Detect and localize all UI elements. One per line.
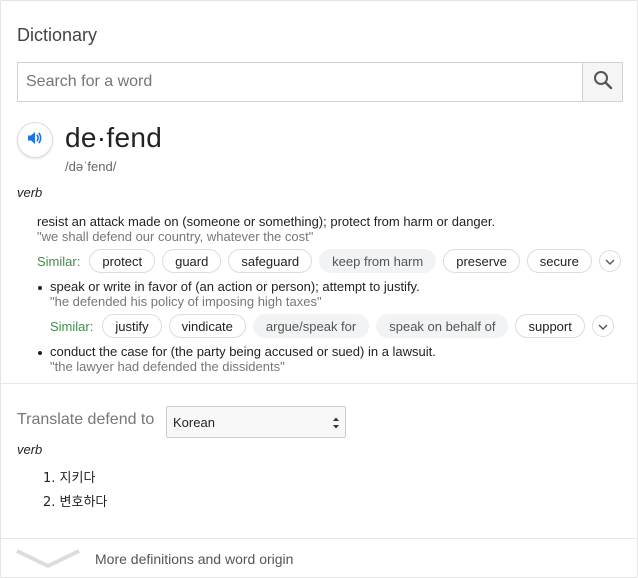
translate-label: Translate defend to [17,411,155,428]
similar-chip[interactable]: protect [89,249,156,273]
similar-row-1: Similar: protect guard safeguard keep fr… [37,248,621,274]
similar-label: Similar: [50,318,94,334]
bullet [38,351,42,355]
search-icon [593,70,613,95]
search-bar [17,62,623,102]
dictionary-card: Dictionary de·fend /dəˈfend/ verb resist… [0,0,638,578]
card-title: Dictionary [17,25,98,45]
similar-chip[interactable]: preserve [443,249,520,273]
similar-chip[interactable]: argue/speak for [252,314,370,338]
chevron-down-icon[interactable] [15,547,81,574]
select-arrows-icon [332,416,340,433]
pronunciation-button[interactable] [17,122,53,158]
search-input[interactable] [18,63,583,101]
expand-similar-button[interactable] [598,250,621,272]
definition-1: resist an attack made on (someone or som… [37,214,496,229]
footer-divider [1,538,638,539]
similar-chip[interactable]: support [515,314,585,338]
definition-3: conduct the case for (the party being ac… [50,344,436,359]
more-definitions-link[interactable]: More definitions and word origin [95,551,293,567]
similar-chip[interactable]: secure [526,249,592,273]
speaker-icon [26,129,44,152]
example-2: "he defended his policy of imposing high… [50,294,322,309]
similar-chip[interactable]: keep from harm [319,249,437,273]
translation-part-of-speech: verb [17,442,43,457]
language-select[interactable]: Korean [166,406,346,438]
headword: de·fend [65,122,163,153]
example-3: "the lawyer had defended the dissidents" [50,359,285,374]
similar-row-2: Similar: justify vindicate argue/speak f… [50,313,614,339]
definition-2: speak or write in favor of (an action or… [50,279,420,294]
chevron-down-icon [598,317,608,335]
language-select-value: Korean [173,414,215,430]
part-of-speech: verb [17,185,43,200]
example-1: "we shall defend our country, whatever t… [37,229,314,244]
similar-chip[interactable]: justify [102,314,162,338]
expand-similar-button[interactable] [591,315,614,337]
section-divider [1,383,638,384]
translation-item: 2. 변호하다 [43,495,108,510]
similar-chip[interactable]: guard [162,249,222,273]
chevron-down-icon [605,252,615,270]
search-button[interactable] [582,63,622,101]
similar-chip[interactable]: safeguard [228,249,313,273]
similar-label: Similar: [37,253,81,269]
bullet [38,286,42,290]
similar-chip[interactable]: speak on behalf of [376,314,509,338]
translation-item: 1. 지키다 [43,471,96,486]
phonetic-spelling: /dəˈfend/ [65,159,117,174]
similar-chip[interactable]: vindicate [168,314,246,338]
